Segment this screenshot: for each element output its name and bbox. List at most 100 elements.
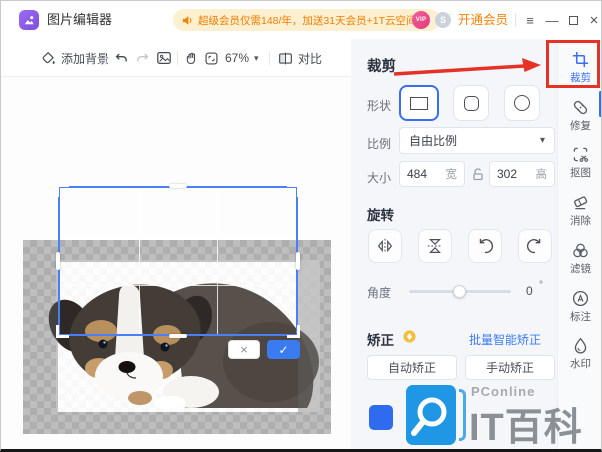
width-unit: 宽 [445, 169, 458, 181]
toolbar-divider [269, 51, 270, 65]
title-bar: 图片编辑器 超级会员仅需148/年，加送31天会员+1T云空间 × VIP S … [1, 1, 601, 39]
crop-confirm-button[interactable]: ✓ [267, 340, 300, 359]
pan-tool-button[interactable] [184, 39, 199, 77]
undo-button[interactable] [113, 39, 129, 77]
rounded-shape-icon [463, 95, 479, 111]
crop-handle-top[interactable] [169, 184, 187, 188]
fit-to-screen-button[interactable] [204, 39, 219, 77]
flip-horizontal-button[interactable] [368, 229, 402, 263]
angle-slider[interactable] [409, 285, 511, 298]
crop-icon [572, 51, 589, 68]
sidebar-item-crop[interactable]: 裁剪 [558, 51, 601, 89]
width-field[interactable]: 宽 [399, 161, 465, 187]
flip-vertical-button[interactable] [418, 229, 452, 263]
site-watermark: PConline IT百科 [403, 381, 601, 449]
flip-horizontal-icon [377, 238, 393, 254]
app-logo-icon [19, 10, 39, 30]
crop-handle-left[interactable] [56, 252, 60, 270]
image-icon [157, 52, 171, 64]
crop-handle-bottom-right[interactable] [287, 325, 300, 338]
sidebar-item-erase[interactable]: 消除 [558, 194, 601, 232]
rotate-right-icon [526, 238, 541, 254]
sidebar-item-label: 修复 [570, 120, 591, 132]
chevron-down-icon: ▾ [539, 135, 545, 146]
vip-feature-icon [403, 330, 416, 343]
sidebar-item-filter[interactable]: 滤镜 [558, 242, 601, 280]
hand-icon [186, 52, 196, 64]
fit-screen-icon [205, 52, 218, 64]
image-history-button[interactable] [156, 39, 172, 77]
grid-line [138, 188, 140, 334]
angle-slider-handle[interactable] [453, 285, 466, 298]
megaphone-icon [182, 15, 192, 25]
grid-line [60, 285, 296, 287]
angle-value: 0 [526, 284, 533, 298]
sidebar-item-repair[interactable]: 修复 [558, 99, 601, 137]
sidebar-item-cutout[interactable]: 抠图 [558, 146, 601, 184]
sidebar-item-label: 滤镜 [570, 263, 591, 275]
sidebar-item-annotate[interactable]: 标注 [558, 290, 601, 328]
filter-icon [573, 243, 588, 258]
crop-dim-overlay [298, 262, 331, 412]
redo-button[interactable] [135, 39, 151, 77]
maximize-button[interactable] [564, 1, 582, 39]
crop-handle-bottom-left[interactable] [56, 325, 69, 338]
flip-vertical-icon [427, 239, 443, 253]
cutout-icon [573, 147, 589, 162]
repair-icon [573, 100, 588, 115]
chevron-down-icon: ▾ [254, 52, 259, 63]
upgrade-membership-button[interactable]: 开通会员 [458, 1, 508, 39]
height-field[interactable]: 高 [489, 161, 555, 187]
zoom-level-dropdown[interactable]: 67% ▾ [225, 39, 259, 77]
rotate-left-icon [479, 238, 494, 254]
titlebar-divider [515, 13, 516, 27]
rotate-right-button[interactable] [518, 229, 552, 263]
ratio-label: 比例 [367, 137, 392, 151]
crop-handle-bottom[interactable] [169, 334, 187, 338]
height-input[interactable] [497, 167, 529, 181]
watermark-icon [574, 337, 587, 354]
ratio-select[interactable]: 自由比例 ▾ [399, 127, 555, 154]
rectangle-shape-icon [410, 96, 428, 110]
rotate-left-button[interactable] [468, 229, 502, 263]
width-input[interactable] [407, 167, 439, 181]
crop-dim-overlay [23, 412, 331, 434]
crop-handle-top-right[interactable] [287, 184, 300, 197]
vip-badge[interactable]: VIP [412, 11, 430, 29]
sidebar-item-label: 标注 [570, 311, 591, 323]
angle-label: 角度 [367, 286, 392, 300]
sidebar-item-label: 水印 [570, 358, 591, 370]
coin-badge[interactable]: S [435, 12, 451, 28]
sidebar-item-watermark[interactable]: 水印 [558, 337, 601, 375]
shape-circle-button[interactable] [504, 85, 540, 121]
menu-button[interactable]: ≡ [521, 1, 539, 39]
unlock-icon[interactable] [471, 167, 485, 181]
color-swatch[interactable] [369, 405, 393, 430]
compare-icon [279, 52, 292, 64]
crop-handle-top-left[interactable] [56, 184, 69, 197]
auto-correct-button[interactable]: 自动矫正 [367, 355, 457, 380]
crop-cancel-button[interactable]: × [228, 340, 260, 359]
eraser-icon [573, 196, 588, 210]
shape-rectangle-button[interactable] [399, 85, 439, 121]
watermark-title: IT百科 [469, 407, 583, 449]
grid-line [217, 188, 219, 334]
promo-banner-text: 超级会员仅需148/年，加送31天会员+1T云空间 [198, 14, 417, 27]
circle-shape-icon [514, 95, 530, 111]
watermark-bracket [459, 389, 466, 441]
redo-icon [137, 53, 149, 62]
add-background-button[interactable]: 添加背景 [41, 39, 109, 77]
sidebar-item-label: 裁剪 [570, 72, 591, 84]
crop-selection[interactable] [56, 184, 300, 338]
size-label: 大小 [367, 171, 392, 185]
minimize-button[interactable]: — [543, 1, 561, 39]
promo-banner[interactable]: 超级会员仅需148/年，加送31天会员+1T云空间 × [173, 9, 440, 31]
close-button[interactable]: × [585, 1, 601, 39]
crop-handle-right[interactable] [296, 252, 300, 270]
batch-correct-link[interactable]: 批量智能矫正 [469, 331, 541, 348]
shape-rounded-button[interactable] [453, 85, 489, 121]
correction-label: 矫正 [367, 333, 394, 348]
app-window: 图片编辑器 超级会员仅需148/年，加送31天会员+1T云空间 × VIP S … [0, 0, 602, 452]
manual-correct-button[interactable]: 手动矫正 [465, 355, 555, 380]
compare-button[interactable]: 对比 [278, 39, 322, 77]
